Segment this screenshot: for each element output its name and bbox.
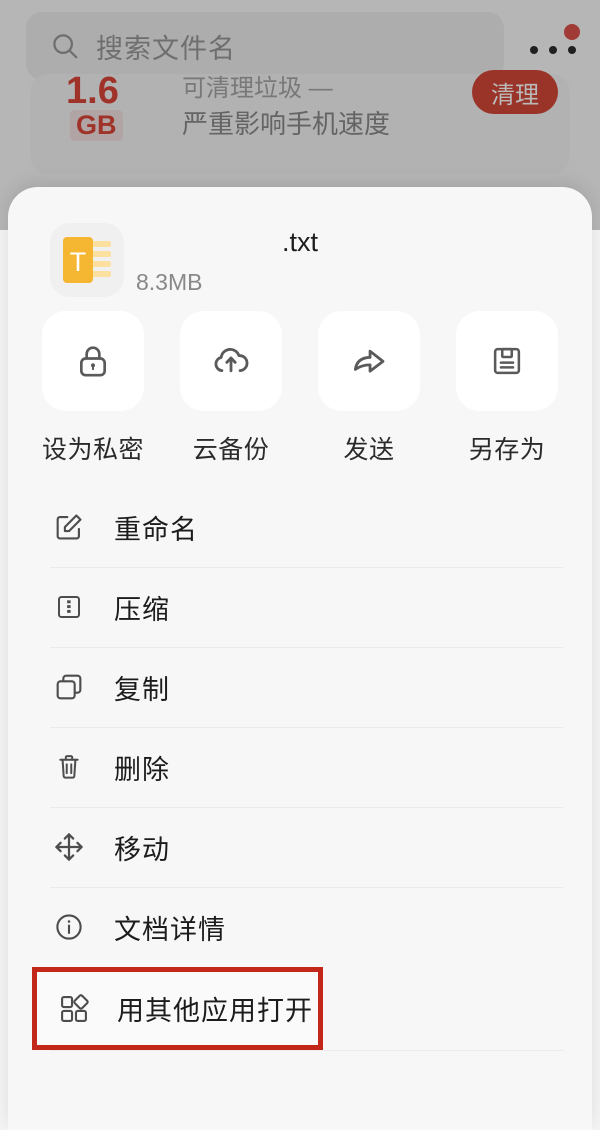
quick-action-send[interactable]: 发送 bbox=[318, 311, 420, 481]
file-menu-list: 重命名 压缩 复制 删除 移动 文档详情 用其他应用打开 bbox=[8, 481, 592, 1051]
promo-title: 可清理垃圾 — bbox=[182, 75, 333, 102]
menu-item-label: 压缩 bbox=[114, 594, 170, 625]
promo-clean-button[interactable]: 清理 bbox=[472, 70, 558, 114]
menu-item-delete[interactable]: 删除 bbox=[8, 727, 592, 807]
apps-grid-icon bbox=[55, 990, 93, 1028]
menu-item-label: 移动 bbox=[114, 834, 170, 865]
file-name: .txt bbox=[281, 227, 318, 257]
quick-action-cloud-backup[interactable]: 云备份 bbox=[180, 311, 282, 481]
menu-item-label: 重命名 bbox=[114, 514, 198, 545]
cloud-upload-icon bbox=[180, 311, 282, 411]
promo-subtitle: 严重影响手机速度 bbox=[182, 109, 391, 139]
search-icon bbox=[50, 31, 80, 61]
cleanup-promo-banner[interactable]: 1.6 GB 可清理垃圾 — 严重影响手机速度 清理 bbox=[30, 70, 570, 174]
menu-item-label: 用其他应用打开 bbox=[117, 996, 313, 1026]
quick-actions-grid: 设为私密 云备份 发送 另存为 bbox=[8, 311, 592, 481]
list-bottom-divider bbox=[50, 1050, 564, 1051]
phone-screen: 搜索文件名 1.6 GB 可清理垃圾 — 严重影响手机速度 清理 T .txt … bbox=[0, 0, 600, 1130]
share-arrow-icon bbox=[318, 311, 420, 411]
file-action-sheet: T .txt 8.3MB 设为私密 云备份 发送 另存为 重命名 压缩 复制 删… bbox=[8, 187, 592, 1130]
info-circle-icon bbox=[50, 908, 88, 946]
promo-size-value: 1.6 bbox=[66, 70, 119, 112]
menu-item-open-with[interactable]: 用其他应用打开 bbox=[32, 967, 323, 1050]
menu-item-copy[interactable]: 复制 bbox=[8, 647, 592, 727]
quick-action-set-private[interactable]: 设为私密 bbox=[42, 311, 144, 481]
menu-item-label: 文档详情 bbox=[114, 914, 226, 945]
more-dots-icon bbox=[530, 46, 576, 54]
menu-item-compress[interactable]: 压缩 bbox=[8, 567, 592, 647]
copy-icon bbox=[50, 668, 88, 706]
move-arrows-icon bbox=[50, 828, 88, 866]
menu-item-move[interactable]: 移动 bbox=[8, 807, 592, 887]
quick-action-label: 云备份 bbox=[192, 436, 270, 464]
menu-item-rename[interactable]: 重命名 bbox=[8, 487, 592, 567]
floppy-save-icon bbox=[456, 311, 558, 411]
menu-item-label: 删除 bbox=[114, 754, 170, 785]
notification-badge bbox=[564, 24, 580, 40]
compress-zip-icon bbox=[50, 588, 88, 626]
file-header: T .txt 8.3MB bbox=[8, 187, 592, 311]
quick-action-save-as[interactable]: 另存为 bbox=[456, 311, 558, 481]
more-options-button[interactable] bbox=[524, 24, 586, 68]
trash-icon bbox=[50, 748, 88, 786]
lock-icon bbox=[42, 311, 144, 411]
quick-action-label: 设为私密 bbox=[42, 436, 145, 464]
quick-action-label: 另存为 bbox=[468, 436, 546, 464]
edit-pencil-icon bbox=[50, 508, 88, 546]
file-size: 8.3MB bbox=[136, 269, 203, 295]
promo-size-unit: GB bbox=[70, 110, 123, 141]
menu-item-label: 复制 bbox=[114, 674, 170, 705]
menu-item-file-details[interactable]: 文档详情 bbox=[8, 887, 592, 967]
search-placeholder: 搜索文件名 bbox=[96, 33, 236, 64]
quick-action-label: 发送 bbox=[343, 436, 395, 464]
